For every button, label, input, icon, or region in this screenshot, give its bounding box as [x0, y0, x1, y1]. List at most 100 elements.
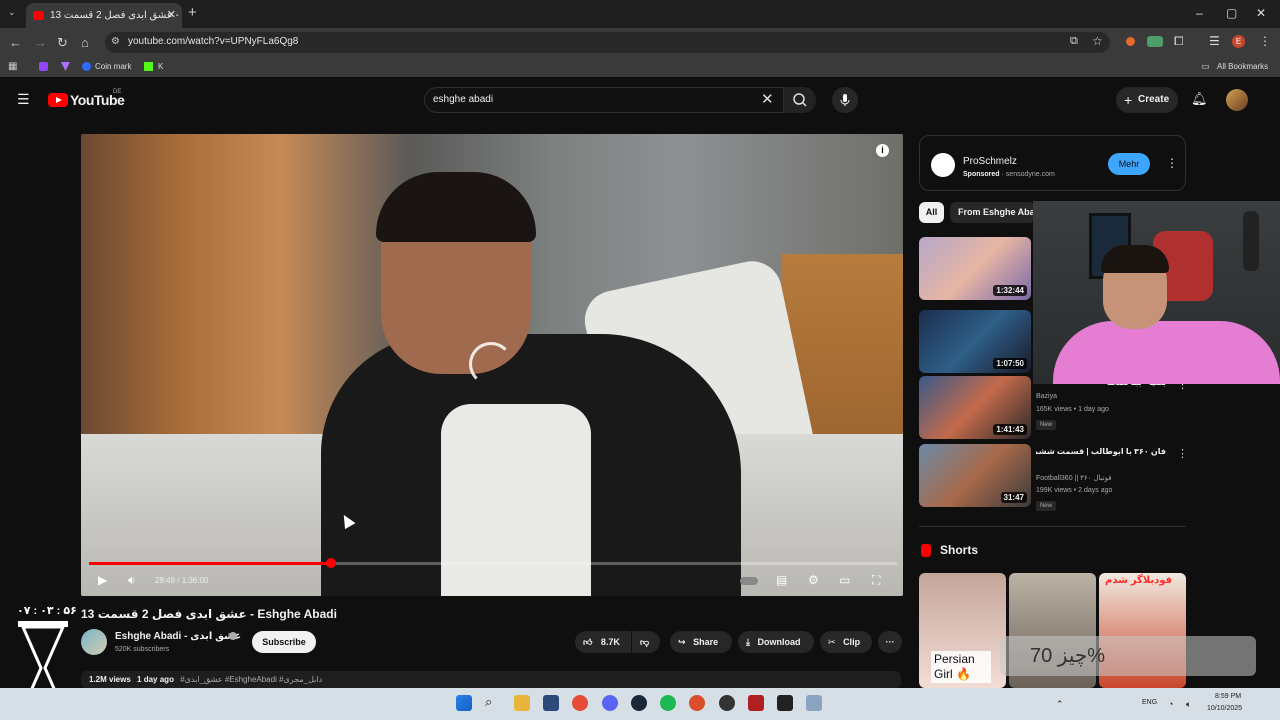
related-menu-icon[interactable]: ⋮: [1177, 447, 1188, 460]
thumbs-up-icon: 👍︎: [583, 637, 593, 647]
settings-gear-icon[interactable]: ⚙: [808, 573, 819, 587]
wifi-icon[interactable]: ◔: [1168, 699, 1173, 709]
ad-menu-icon[interactable]: ⋮: [1166, 156, 1178, 170]
related-video-thumbnail[interactable]: 31:47: [919, 444, 1031, 507]
like-count: 8.7K: [600, 637, 620, 647]
bookmark-star-icon[interactable]: ☆: [1092, 34, 1103, 48]
upload-age: 1 day ago: [137, 675, 174, 684]
youtube-logo-icon[interactable]: [48, 93, 68, 107]
reading-list-icon[interactable]: ☰: [1209, 34, 1220, 48]
volume-icon[interactable]: 🔉︎: [128, 573, 136, 588]
chrome-icon[interactable]: [572, 695, 588, 711]
chip-from-channel[interactable]: From Eshghe Aba: [950, 202, 1035, 223]
home-icon[interactable]: ⌂: [81, 35, 89, 50]
forward-icon[interactable]: →: [34, 35, 47, 50]
windows-start-icon[interactable]: [456, 695, 472, 711]
more-actions-button[interactable]: ···: [878, 631, 902, 653]
bookmark-coin-mark[interactable]: Coin mark: [95, 62, 131, 71]
discord-icon[interactable]: [602, 695, 618, 711]
steam-icon[interactable]: [631, 695, 647, 711]
autoplay-toggle[interactable]: [740, 577, 758, 585]
browser-menu-icon[interactable]: ⋮: [1259, 34, 1271, 48]
related-video-thumbnail[interactable]: 1:41:43: [919, 376, 1031, 439]
speaker-icon[interactable]: 🔈︎: [1186, 699, 1191, 710]
subtitles-icon[interactable]: ▤: [776, 573, 787, 587]
browser-tab[interactable]: عشق ابدی فصل 2 قسمت 13 - e ✕: [26, 3, 182, 28]
theater-mode-icon[interactable]: ▭: [839, 573, 850, 587]
bookmark-k[interactable]: K: [158, 62, 163, 71]
file-explorer-icon[interactable]: [514, 695, 530, 711]
all-bookmarks[interactable]: All Bookmarks: [1217, 62, 1268, 71]
description-box[interactable]: 1.2M views 1 day ago #عشق_ابدی #EshgheAb…: [81, 671, 901, 688]
download-button[interactable]: ⤓ Download: [738, 631, 814, 653]
related-video-title[interactable]: فان ۳۶۰ با ابوطالب | قسمت ششم: غوغا به ق…: [1036, 447, 1166, 456]
app-icon[interactable]: [543, 695, 559, 711]
voice-search-button[interactable]: [832, 87, 858, 113]
maximize-button[interactable]: ▢: [1226, 6, 1237, 20]
progress-bar[interactable]: [89, 558, 897, 568]
share-button[interactable]: ↪ Share: [670, 631, 732, 653]
search-input[interactable]: eshghe abadi ✕: [424, 87, 784, 113]
short-caption: Persian Girl 🔥: [931, 651, 991, 683]
chip-all[interactable]: All: [919, 202, 944, 223]
profile-avatar[interactable]: E: [1232, 35, 1245, 48]
coinmark-icon: [82, 62, 91, 71]
new-tab-button[interactable]: +: [188, 4, 197, 21]
extension-icon[interactable]: [1147, 36, 1163, 47]
twitch-icon[interactable]: [39, 62, 48, 71]
channel-avatar[interactable]: [81, 629, 107, 655]
app-icon[interactable]: [689, 695, 705, 711]
fullscreen-icon[interactable]: ⛶: [872, 573, 880, 588]
info-icon[interactable]: i: [876, 144, 889, 157]
loading-spinner-icon: [469, 342, 513, 386]
clear-search-icon[interactable]: ✕: [761, 90, 774, 108]
plus-icon: +: [1124, 92, 1133, 108]
taskbar-date[interactable]: 10/10/2025: [1207, 705, 1242, 712]
related-channel[interactable]: Football360 || فوتبال ۳۶۰: [1036, 474, 1112, 482]
related-meta: 165K views • 1 day ago: [1036, 406, 1109, 413]
ad-cta-button[interactable]: Mehr: [1108, 153, 1150, 175]
minimize-button[interactable]: –: [1196, 6, 1203, 20]
tray-chevron-icon[interactable]: ⌃: [1056, 699, 1064, 710]
back-icon[interactable]: ←: [9, 35, 22, 50]
install-icon[interactable]: ⧉: [1070, 35, 1078, 48]
subscribe-button[interactable]: Subscribe: [252, 631, 316, 653]
app-icon[interactable]: [748, 695, 764, 711]
new-badge: New: [1036, 501, 1057, 511]
video-player[interactable]: i: [81, 134, 903, 596]
extension-icon[interactable]: [1126, 37, 1135, 46]
play-icon[interactable]: ▶: [98, 573, 107, 587]
obs-icon[interactable]: [719, 695, 735, 711]
search-button[interactable]: [784, 87, 816, 113]
create-button[interactable]: + Create: [1116, 87, 1178, 113]
sponsored-ad[interactable]: ProSchmelz Sponsored · sensodyne.com Meh…: [919, 135, 1186, 191]
clip-button[interactable]: ✂ Clip: [820, 631, 872, 653]
related-channel[interactable]: Baziya: [1036, 393, 1057, 400]
url-text: youtube.com/watch?v=UPNyFLa6Qg8: [128, 36, 299, 47]
tab-search-icon[interactable]: ⌄: [8, 7, 16, 18]
reload-icon[interactable]: ↻: [57, 35, 68, 51]
apps-grid-icon[interactable]: ▦: [8, 61, 17, 72]
extensions-puzzle-icon[interactable]: ⧠: [1174, 34, 1184, 49]
language-indicator[interactable]: ENG: [1142, 699, 1157, 706]
progress-fill: [89, 562, 332, 565]
app-icon[interactable]: [806, 695, 822, 711]
taskbar-time[interactable]: 8:59 PM: [1215, 693, 1241, 700]
close-window-button[interactable]: ✕: [1256, 6, 1266, 20]
download-icon: ⤓: [746, 637, 750, 647]
notifications-bell-icon[interactable]: 🔔︎: [1191, 91, 1208, 107]
terminal-icon[interactable]: [777, 695, 793, 711]
taskbar-search-icon[interactable]: ⌕: [485, 694, 492, 710]
tab-close-icon[interactable]: ✕: [167, 3, 176, 28]
dislike-button[interactable]: 👎︎: [632, 631, 660, 653]
like-button[interactable]: 👍︎ 8.7K: [575, 631, 631, 653]
hamburger-menu-icon[interactable]: ☰: [17, 91, 30, 108]
channel-name[interactable]: Eshghe Abadi - عشق ابدی: [115, 631, 241, 642]
related-video-thumbnail[interactable]: 1:32:44: [919, 237, 1031, 300]
short-thumbnail[interactable]: Persian Girl 🔥: [919, 573, 1006, 688]
related-video-thumbnail[interactable]: 1:07:50: [919, 310, 1031, 373]
account-avatar[interactable]: [1226, 89, 1248, 111]
ad-title: ProSchmelz: [963, 156, 1017, 167]
site-info-icon[interactable]: ⚙: [111, 36, 120, 47]
spotify-icon[interactable]: [660, 695, 676, 711]
